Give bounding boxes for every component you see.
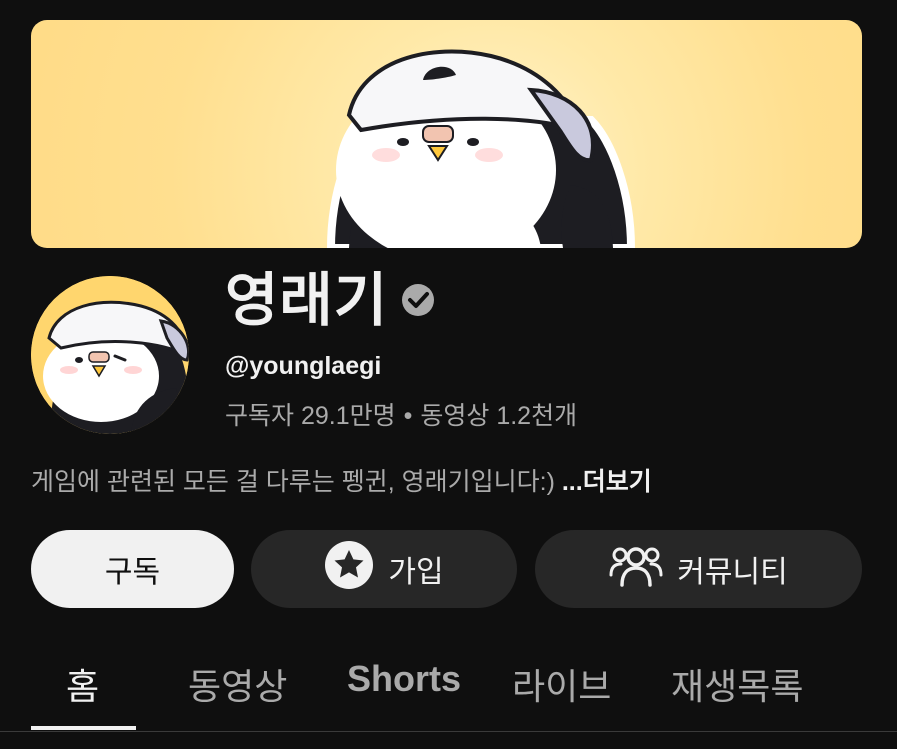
penguin-avatar-art <box>31 276 189 434</box>
stats-separator: • <box>403 402 413 430</box>
join-button[interactable]: 가입 <box>251 530 517 608</box>
verified-check-icon <box>400 282 436 318</box>
channel-tabs: 홈 동영상 Shorts 라이브 재생목록 <box>0 640 897 732</box>
channel-avatar[interactable] <box>31 276 189 434</box>
channel-banner <box>31 20 862 248</box>
video-count: 동영상 1.2천개 <box>420 402 578 430</box>
community-button[interactable]: 커뮤니티 <box>535 530 862 608</box>
channel-stats: 구독자 29.1만명 • 동영상 1.2천개 <box>225 396 577 432</box>
penguin-banner-art <box>326 49 636 248</box>
channel-page: 영래기 @younglaegi 구독자 29.1만명 • 동영상 1.2천개 게임에… <box>0 0 897 749</box>
subscriber-count: 구독자 29.1만명 <box>225 402 396 430</box>
subscribe-button[interactable]: 구독 <box>31 530 234 608</box>
more-link[interactable]: ...더보기 <box>562 468 652 496</box>
channel-name: 영래기 <box>225 268 389 333</box>
tab-live[interactable]: 라이브 <box>512 658 611 710</box>
active-tab-indicator <box>31 726 136 730</box>
tab-shorts[interactable]: Shorts <box>347 658 461 700</box>
tab-home[interactable]: 홈 <box>66 658 99 710</box>
join-label: 가입 <box>388 556 444 589</box>
tab-playlists[interactable]: 재생목록 <box>671 658 803 710</box>
community-label: 커뮤니티 <box>677 556 788 589</box>
channel-description[interactable]: 게임에 관련된 모든 걸 다루는 펭귄, 영래기입니다:) ...더보기 <box>31 462 652 498</box>
tabs-divider <box>0 731 897 732</box>
star-circle-icon <box>324 540 374 598</box>
channel-handle: @younglaegi <box>225 352 382 380</box>
subscribe-label: 구독 <box>104 556 161 589</box>
description-text: 게임에 관련된 모든 걸 다루는 펭귄, 영래기입니다:) <box>31 468 555 496</box>
people-group-icon <box>609 543 663 595</box>
tab-videos[interactable]: 동영상 <box>188 658 287 710</box>
